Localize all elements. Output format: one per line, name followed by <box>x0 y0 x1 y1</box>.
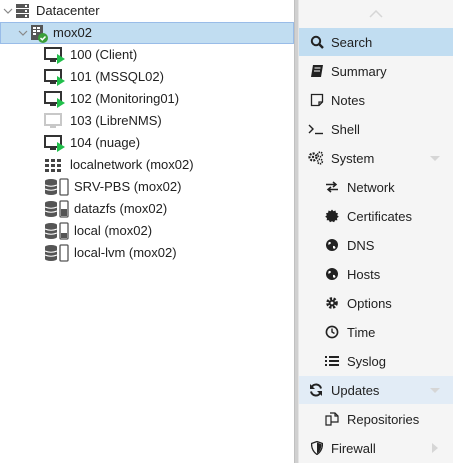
vm-running-icon <box>44 46 65 64</box>
certificate-icon <box>324 208 340 224</box>
tree-label: mox02 <box>53 25 93 40</box>
menu-item-system[interactable]: System <box>299 144 453 172</box>
menu-label: Shell <box>331 121 360 137</box>
menu-label: Certificates <box>347 208 413 224</box>
server-stack-icon <box>14 2 32 20</box>
book-icon <box>309 63 325 79</box>
chevron-down-icon[interactable] <box>429 384 441 396</box>
menu-item-options[interactable]: Options <box>299 289 453 317</box>
tree-label: 101 (MSSQL02) <box>70 69 164 84</box>
tree-label: Datacenter <box>36 3 100 18</box>
menu-item-updates[interactable]: Updates <box>299 376 453 404</box>
tree-item-vm[interactable]: 104 (nuage) <box>0 132 294 154</box>
tree-label: 103 (LibreNMS) <box>70 113 162 128</box>
tree-item-vm[interactable]: 100 (Client) <box>0 44 294 66</box>
tree-label: localnetwork (mox02) <box>70 157 194 172</box>
menu-item-summary[interactable]: Summary <box>299 57 453 85</box>
tree-item-storage[interactable]: SRV-PBS (mox02) <box>0 176 294 198</box>
tree-item-storage[interactable]: local (mox02) <box>0 220 294 242</box>
gear-icon <box>324 295 340 311</box>
storage-icon <box>44 244 70 262</box>
tree-item-storage[interactable]: local-lvm (mox02) <box>0 242 294 264</box>
terminal-icon <box>308 121 326 137</box>
menu-item-dns[interactable]: DNS <box>299 231 453 259</box>
menu-label: Options <box>347 295 392 311</box>
tree-item-vm[interactable]: 103 (LibreNMS) <box>0 110 294 132</box>
tree-label: local (mox02) <box>74 223 153 238</box>
tree-label: datazfs (mox02) <box>74 201 168 216</box>
node-menu: Search Summary Notes Shell System Networ… <box>299 0 453 463</box>
tree-item-vm[interactable]: 101 (MSSQL02) <box>0 66 294 88</box>
node-online-icon <box>29 24 48 43</box>
menu-label: Hosts <box>347 266 381 282</box>
tree-item-node[interactable]: mox02 <box>0 22 294 44</box>
chevron-down-icon[interactable] <box>17 27 29 39</box>
resource-tree: Datacenter mox02 100 (Client) 101 (MSSQL… <box>0 0 296 463</box>
refresh-icon <box>308 382 324 398</box>
menu-item-syslog[interactable]: Syslog <box>299 347 453 375</box>
menu-item-network[interactable]: Network <box>299 173 453 201</box>
globe-icon <box>324 266 340 282</box>
tree-item-datacenter[interactable]: Datacenter <box>0 0 294 22</box>
tree-label: 100 (Client) <box>70 47 138 62</box>
menu-label: Updates <box>331 382 380 398</box>
exchange-icon <box>324 179 340 195</box>
tree-label: local-lvm (mox02) <box>74 245 177 260</box>
clock-icon <box>324 324 340 340</box>
chevron-down-icon[interactable] <box>429 152 441 164</box>
menu-item-time[interactable]: Time <box>299 318 453 346</box>
search-icon <box>309 34 325 50</box>
shield-icon <box>309 440 325 456</box>
menu-label: Syslog <box>347 353 387 369</box>
menu-item-certificates[interactable]: Certificates <box>299 202 453 230</box>
menu-item-shell[interactable]: Shell <box>299 115 453 143</box>
tree-label: SRV-PBS (mox02) <box>74 179 182 194</box>
menu-item-repositories[interactable]: Repositories <box>299 405 453 433</box>
menu-label: Summary <box>331 63 387 79</box>
menu-label: Notes <box>331 92 365 108</box>
globe-icon <box>324 237 340 253</box>
storage-icon <box>44 200 70 218</box>
menu-label: System <box>331 150 375 166</box>
list-icon <box>324 353 340 369</box>
tree-label: 102 (Monitoring01) <box>70 91 180 106</box>
sdn-grid-icon <box>44 157 62 175</box>
scroll-up-button[interactable] <box>299 0 453 28</box>
vm-running-icon <box>44 68 65 86</box>
menu-item-search[interactable]: Search <box>299 28 453 56</box>
chevron-right-icon[interactable] <box>429 442 441 454</box>
menu-label: Firewall <box>331 440 376 456</box>
vm-stopped-icon <box>44 112 62 130</box>
menu-item-firewall[interactable]: Firewall <box>299 434 453 462</box>
menu-label: DNS <box>347 237 375 253</box>
tree-label: 104 (nuage) <box>70 135 141 150</box>
gears-icon <box>308 150 324 166</box>
menu-item-hosts[interactable]: Hosts <box>299 260 453 288</box>
vm-running-icon <box>44 90 65 108</box>
storage-icon <box>44 222 70 240</box>
menu-label: Search <box>331 34 373 50</box>
chevron-up-icon <box>369 10 383 18</box>
menu-item-notes[interactable]: Notes <box>299 86 453 114</box>
menu-label: Network <box>347 179 395 195</box>
vm-running-icon <box>44 134 65 152</box>
menu-label: Time <box>347 324 376 340</box>
chevron-down-icon[interactable] <box>2 5 14 17</box>
menu-label: Repositories <box>347 411 420 427</box>
tree-item-storage[interactable]: datazfs (mox02) <box>0 198 294 220</box>
tree-item-vm[interactable]: 102 (Monitoring01) <box>0 88 294 110</box>
notes-icon <box>309 92 325 108</box>
backup-storage-icon <box>44 178 70 196</box>
files-icon <box>324 411 340 427</box>
tree-item-sdn[interactable]: localnetwork (mox02) <box>0 154 294 176</box>
